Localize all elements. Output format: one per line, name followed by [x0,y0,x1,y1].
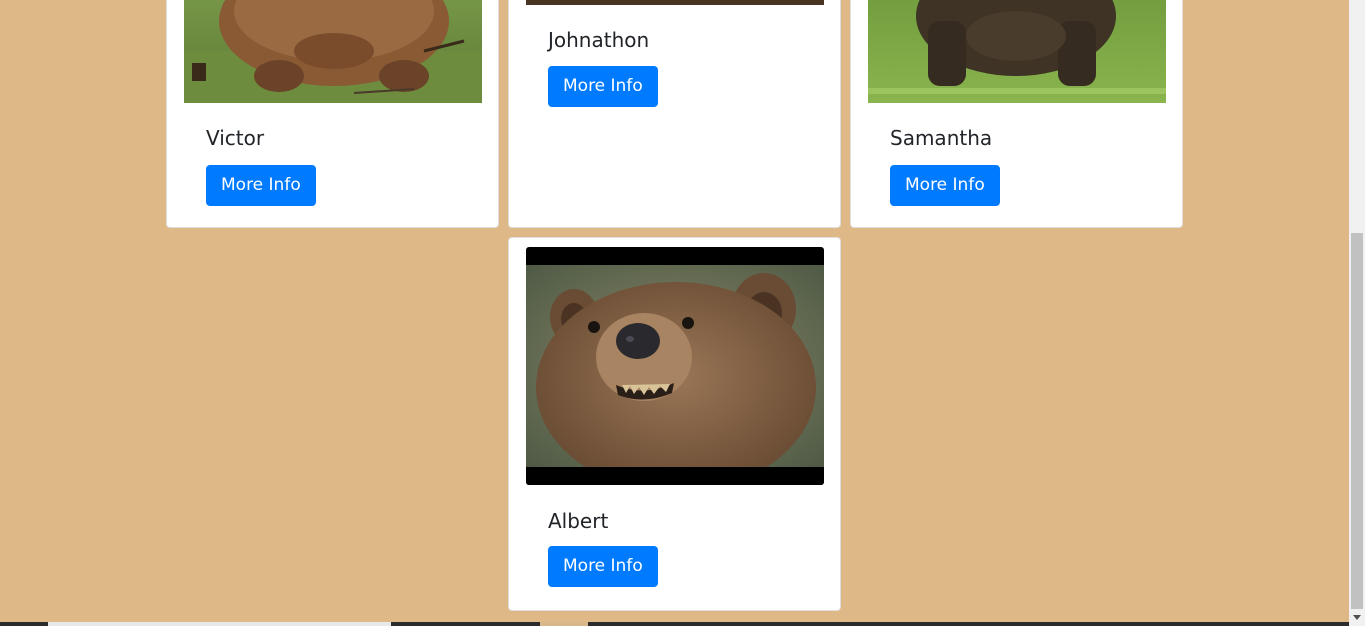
scroll-down-arrow-icon[interactable] [1353,615,1361,620]
bear-photo-johnathon [526,0,824,5]
page-viewport: Victor More Info Johnathon More Info Sam… [0,0,1349,626]
more-info-button[interactable]: More Info [890,165,1000,206]
taskbar-edge [0,622,1349,626]
card-title: Victor [206,126,265,150]
card-title: Samantha [890,126,993,150]
bear-card-victor: Victor More Info [166,0,499,228]
bear-card-samantha: Samantha More Info [850,0,1183,228]
bear-photo-icon [868,0,1166,103]
bear-photo-albert [526,247,824,485]
taskbar-segment [48,622,391,626]
bear-photo-icon [526,247,824,485]
bear-card-albert: Albert More Info [508,237,841,611]
taskbar-segment [540,622,588,626]
bear-photo-samantha [868,0,1166,103]
bear-card-johnathon: Johnathon More Info [508,0,841,228]
bear-photo-victor [184,0,482,103]
bear-photo-icon [184,0,482,103]
more-info-button[interactable]: More Info [548,546,658,587]
more-info-button[interactable]: More Info [206,165,316,206]
vertical-scrollbar[interactable] [1349,0,1365,626]
bear-photo-icon [526,0,824,5]
card-title: Johnathon [548,28,650,52]
more-info-button[interactable]: More Info [548,66,658,107]
scrollbar-thumb[interactable] [1351,233,1363,609]
card-title: Albert [548,509,609,533]
